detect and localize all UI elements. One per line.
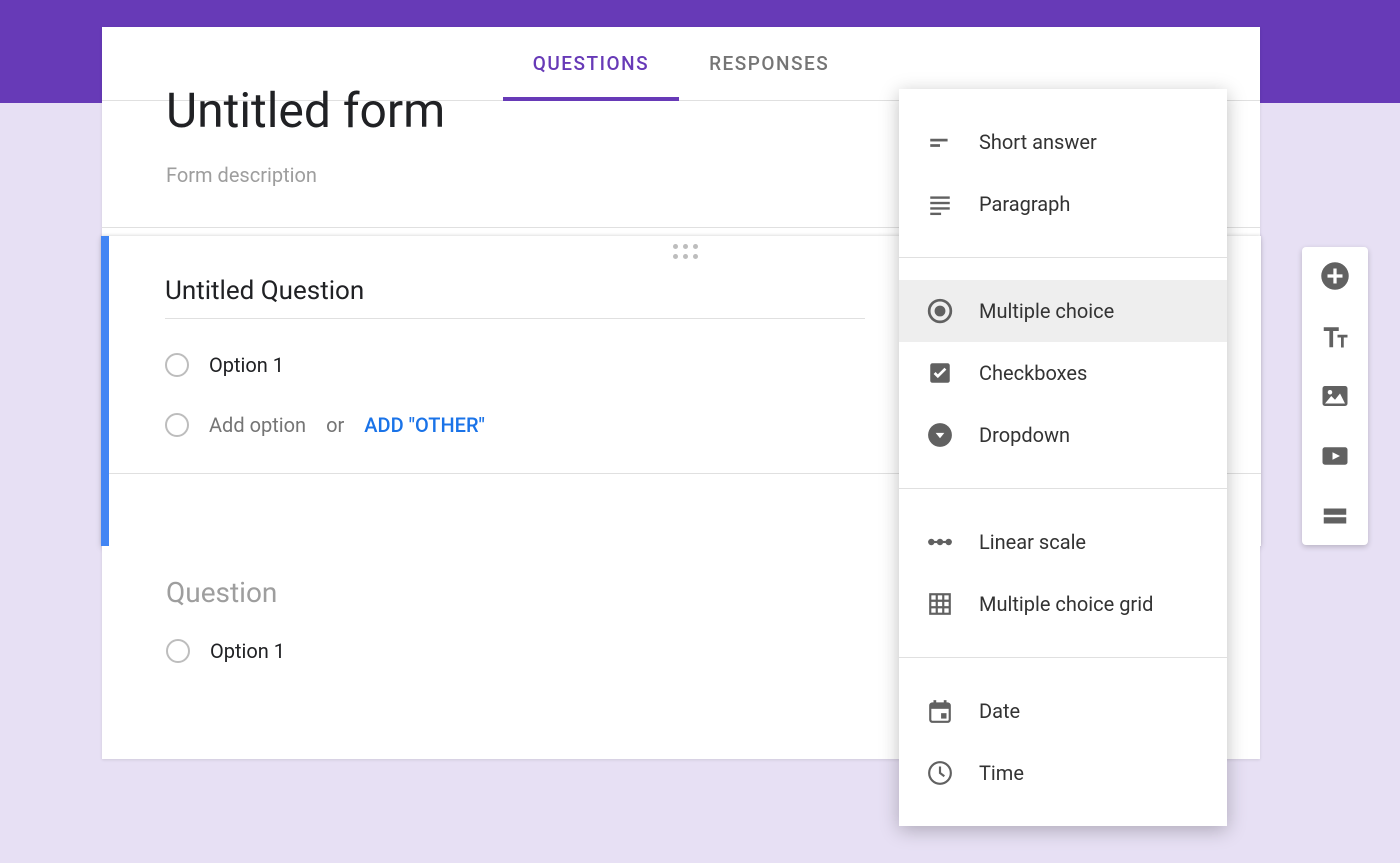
type-label: Short answer bbox=[979, 130, 1097, 154]
option-text[interactable]: Option 1 bbox=[209, 353, 284, 377]
drag-dots-icon bbox=[673, 244, 698, 259]
paragraph-icon bbox=[927, 191, 953, 217]
plus-circle-icon bbox=[1320, 261, 1350, 291]
type-option-dropdown[interactable]: Dropdown bbox=[899, 404, 1227, 466]
add-option-text[interactable]: Add option bbox=[209, 413, 306, 437]
video-icon bbox=[1320, 441, 1350, 471]
image-icon bbox=[1320, 381, 1350, 411]
type-label: Date bbox=[979, 699, 1020, 723]
type-option-multiple-choice[interactable]: Multiple choice bbox=[899, 280, 1227, 342]
type-label: Multiple choice grid bbox=[979, 592, 1153, 616]
tab-questions-label: QUESTIONS bbox=[533, 52, 649, 75]
add-image-button[interactable] bbox=[1320, 381, 1350, 411]
question-title-input[interactable]: Untitled Question bbox=[165, 276, 865, 319]
type-label: Paragraph bbox=[979, 192, 1070, 216]
add-title-button[interactable] bbox=[1320, 321, 1350, 351]
time-icon bbox=[927, 760, 953, 786]
tab-responses-label: RESPONSES bbox=[709, 52, 829, 75]
short-answer-icon bbox=[927, 129, 953, 155]
type-label: Checkboxes bbox=[979, 361, 1087, 385]
type-option-linear-scale[interactable]: Linear scale bbox=[899, 511, 1227, 573]
radio-icon bbox=[165, 353, 189, 377]
type-label: Multiple choice bbox=[979, 299, 1114, 323]
add-question-button[interactable] bbox=[1320, 261, 1350, 291]
add-other-link[interactable]: ADD "OTHER" bbox=[364, 413, 485, 437]
checkboxes-icon bbox=[927, 360, 953, 386]
type-option-time[interactable]: Time bbox=[899, 742, 1227, 804]
radio-icon bbox=[165, 413, 189, 437]
tab-questions[interactable]: QUESTIONS bbox=[503, 27, 679, 100]
type-option-checkboxes[interactable]: Checkboxes bbox=[899, 342, 1227, 404]
type-label: Dropdown bbox=[979, 423, 1070, 447]
text-icon bbox=[1320, 321, 1350, 351]
type-option-short-answer[interactable]: Short answer bbox=[899, 111, 1227, 173]
type-label: Linear scale bbox=[979, 530, 1086, 554]
type-option-date[interactable]: Date bbox=[899, 680, 1227, 742]
date-icon bbox=[927, 698, 953, 724]
side-toolbar bbox=[1302, 247, 1368, 545]
radio-icon bbox=[166, 639, 190, 663]
option-text: Option 1 bbox=[210, 639, 285, 663]
or-text: or bbox=[326, 413, 344, 437]
grid-icon bbox=[927, 591, 953, 617]
type-label: Time bbox=[979, 761, 1024, 785]
dropdown-icon bbox=[927, 422, 953, 448]
type-option-multiple-choice-grid[interactable]: Multiple choice grid bbox=[899, 573, 1227, 635]
question-type-dropdown: Short answer Paragraph Multiple choice C… bbox=[899, 89, 1227, 826]
type-option-paragraph[interactable]: Paragraph bbox=[899, 173, 1227, 235]
section-icon bbox=[1320, 501, 1350, 531]
tab-responses[interactable]: RESPONSES bbox=[679, 27, 859, 100]
add-section-button[interactable] bbox=[1320, 501, 1350, 531]
linear-scale-icon bbox=[927, 529, 953, 555]
multiple-choice-icon bbox=[927, 298, 953, 324]
add-video-button[interactable] bbox=[1320, 441, 1350, 471]
